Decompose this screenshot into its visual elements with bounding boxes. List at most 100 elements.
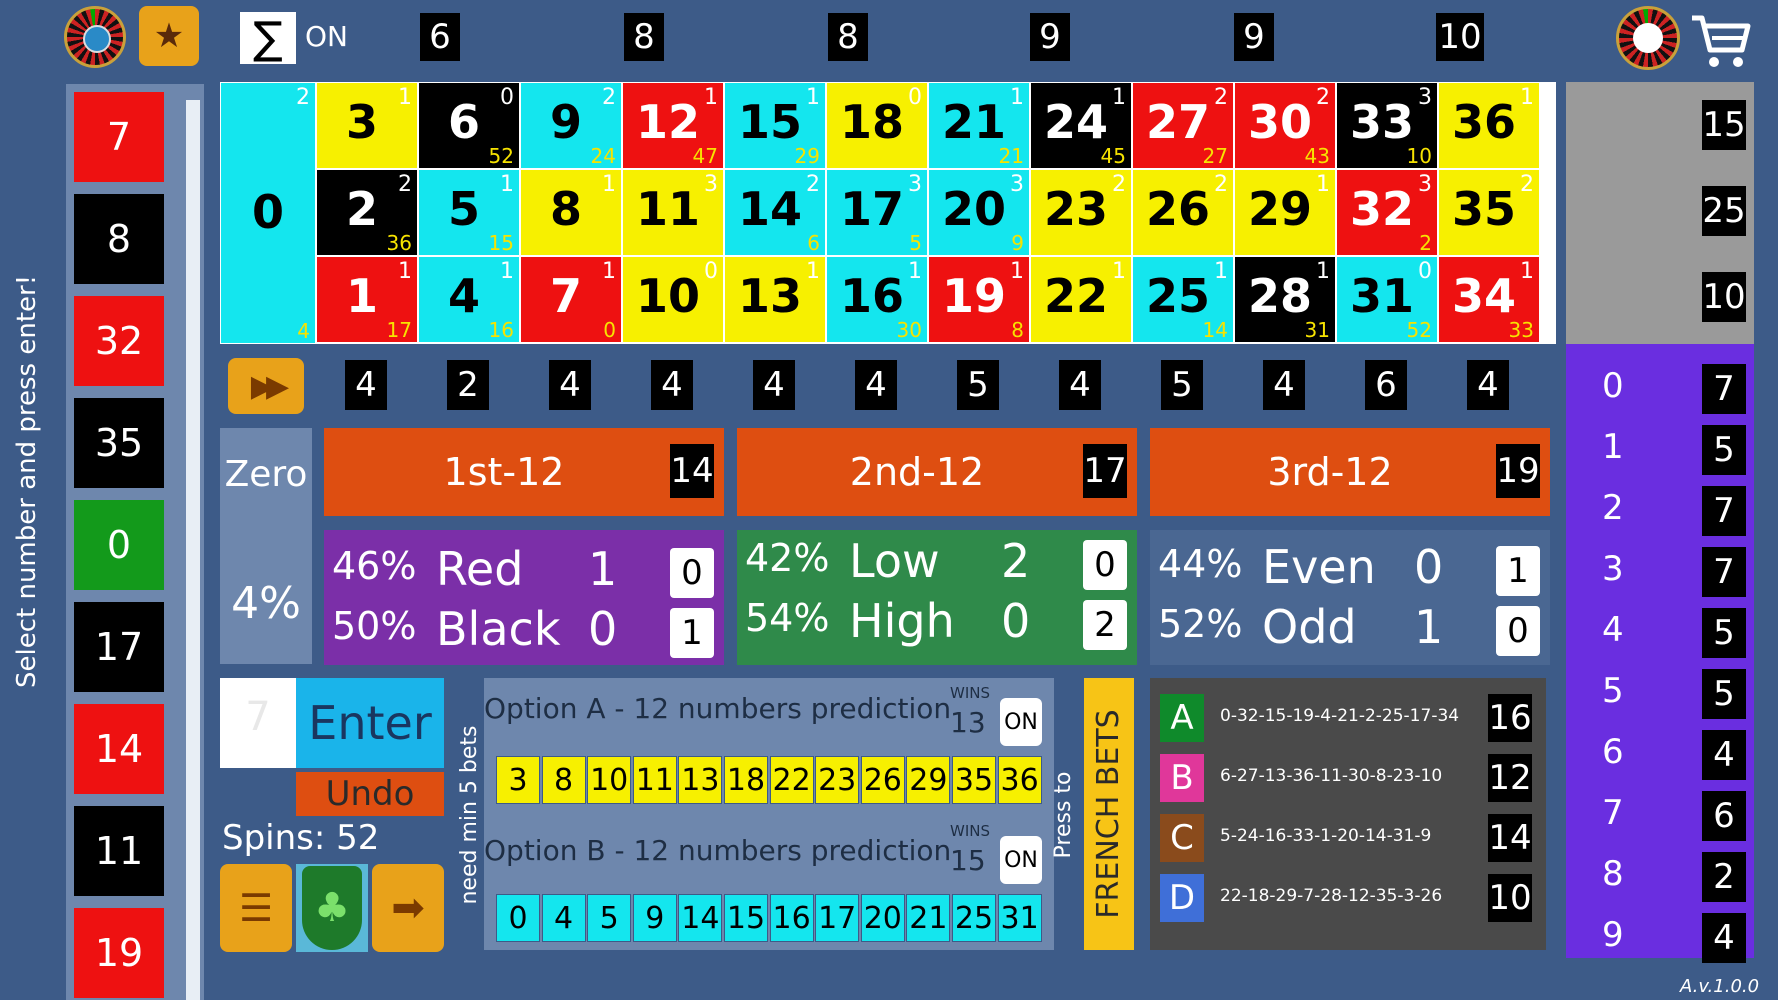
sum-toggle-icon[interactable]: ∑ xyxy=(240,12,296,64)
digit-label: 6 xyxy=(1602,732,1624,772)
grid-zero[interactable]: 0 2 4 xyxy=(220,82,316,344)
grid-number[interactable]: 18 0 xyxy=(826,82,928,169)
grid-number[interactable]: 27 2 27 xyxy=(1132,82,1234,169)
option-b-numbers: 0 4 5 9 14 15 16 17 20 21 25 31 xyxy=(496,894,1044,942)
grid-number[interactable]: 14 2 6 xyxy=(724,169,826,256)
french-bet-row[interactable]: D 22-18-29-7-28-12-35-3-26 10 xyxy=(1160,874,1532,922)
grid-number[interactable]: 71 0 xyxy=(520,256,622,343)
number-label: 35 xyxy=(1451,182,1516,236)
grid-number[interactable]: 15 1 29 xyxy=(724,82,826,169)
street-count: 4 xyxy=(345,360,387,410)
number-hits: 1 xyxy=(806,259,820,284)
dozen-3rd[interactable]: 3rd-12 19 xyxy=(1150,428,1550,516)
prediction-number: 18 xyxy=(724,756,768,804)
grid-number[interactable]: 20 3 9 xyxy=(928,169,1030,256)
number-hits: 1 xyxy=(1520,259,1534,284)
option-b-toggle[interactable]: ON xyxy=(1000,836,1042,884)
dozen-count: 19 xyxy=(1496,444,1540,498)
red-black-stats[interactable]: 46% Red 1 0 50% Black 0 1 xyxy=(324,530,724,665)
number-label: 15 xyxy=(737,95,802,149)
option-a-toggle[interactable]: ON xyxy=(1000,698,1042,746)
history-number[interactable]: 32 xyxy=(74,296,164,386)
enter-button[interactable]: Enter xyxy=(296,678,444,768)
grid-number[interactable]: 31 xyxy=(316,82,418,169)
grid-number[interactable]: 17 3 5 xyxy=(826,169,928,256)
grid-number[interactable]: 10 0 xyxy=(622,256,724,343)
history-number[interactable]: 17 xyxy=(74,602,164,692)
prediction-number: 13 xyxy=(678,756,723,804)
zero-stats[interactable]: Zero 4% xyxy=(220,428,312,664)
number-label: 21 xyxy=(941,95,1006,149)
roulette-wheel-logo-icon[interactable] xyxy=(64,6,126,68)
history-number[interactable]: 8 xyxy=(74,194,164,284)
roulette-wheel-icon[interactable] xyxy=(1616,6,1680,70)
french-bets-button[interactable]: FRENCH BETS xyxy=(1084,678,1134,950)
prediction-number: 21 xyxy=(906,894,951,942)
grid-number[interactable]: 22 1 xyxy=(1030,256,1132,343)
side-instruction: Select number and press enter! xyxy=(12,274,42,688)
grid-number[interactable]: 1 1 17 xyxy=(316,256,418,343)
grid-number[interactable]: 35 2 xyxy=(1438,169,1540,256)
clover-button[interactable]: ♣ xyxy=(296,864,368,952)
grid-number[interactable]: 21 1 21 xyxy=(928,82,1030,169)
history-number[interactable]: 11 xyxy=(74,806,164,896)
next-button[interactable]: ➡ xyxy=(372,864,444,952)
low-high-stats[interactable]: 42% Low 2 0 54% High 0 2 xyxy=(737,530,1137,665)
grid-number[interactable]: 24 1 45 xyxy=(1030,82,1132,169)
french-bet-row[interactable]: B 6-27-13-36-11-30-8-23-10 12 xyxy=(1160,754,1532,802)
history-number[interactable]: 0 xyxy=(74,500,164,590)
grid-number[interactable]: 9 2 24 xyxy=(520,82,622,169)
french-bet-row[interactable]: C 5-24-16-33-1-20-14-31-9 14 xyxy=(1160,814,1532,862)
spin-history[interactable]: 7 8 32 35 0 17 14 11 19 xyxy=(66,84,204,1000)
grid-number[interactable]: 30 2 43 xyxy=(1234,82,1336,169)
prediction-number: 3 xyxy=(496,756,540,804)
grid-number[interactable]: 32 3 2 xyxy=(1336,169,1438,256)
history-number[interactable]: 7 xyxy=(74,92,164,182)
history-number[interactable]: 19 xyxy=(74,908,164,998)
number-hits: 0 xyxy=(500,85,514,110)
grid-number[interactable]: 4 1 16 xyxy=(418,256,520,343)
list-button[interactable]: ☰ xyxy=(220,864,292,952)
shopping-cart-icon[interactable] xyxy=(1690,10,1752,72)
grid-number[interactable]: 12 1 47 xyxy=(622,82,724,169)
number-hits: 3 xyxy=(908,172,922,197)
number-since: 43 xyxy=(1304,144,1330,168)
number-since: 2 xyxy=(1419,231,1432,255)
history-number[interactable]: 35 xyxy=(74,398,164,488)
grid-number[interactable]: 29 1 xyxy=(1234,169,1336,256)
grid-number[interactable]: 2 2 36 xyxy=(316,169,418,256)
history-number[interactable]: 14 xyxy=(74,704,164,794)
grid-number[interactable]: 28 1 31 xyxy=(1234,256,1336,343)
grid-number[interactable]: 6 0 52 xyxy=(418,82,520,169)
history-scrollbar[interactable] xyxy=(186,100,200,1000)
grid-number[interactable]: 23 2 xyxy=(1030,169,1132,256)
number-hits: 1 xyxy=(806,85,820,110)
grid-number[interactable]: 13 1 xyxy=(724,256,826,343)
even-odd-stats[interactable]: 44% Even 0 1 52% Odd 1 0 xyxy=(1150,530,1550,665)
grid-number[interactable]: 11 3 xyxy=(622,169,724,256)
number-label: 34 xyxy=(1451,269,1516,323)
number-hits: 1 xyxy=(500,259,514,284)
favorite-star-button[interactable]: ★ xyxy=(139,6,199,66)
arrow-right-icon: ➡ xyxy=(391,885,425,931)
undo-button[interactable]: Undo xyxy=(296,772,444,816)
dozen-1st[interactable]: 1st-12 14 xyxy=(324,428,724,516)
number-input[interactable]: 7 xyxy=(220,678,296,768)
grid-number[interactable]: 25 1 14 xyxy=(1132,256,1234,343)
grid-number[interactable]: 19 1 8 xyxy=(928,256,1030,343)
sum-state-label[interactable]: ON xyxy=(305,20,348,53)
number-hits: 1 xyxy=(1214,259,1228,284)
grid-number[interactable]: 34 1 33 xyxy=(1438,256,1540,343)
french-bet-row[interactable]: A 0-32-15-19-4-21-2-25-17-34 16 xyxy=(1160,694,1532,742)
grid-number[interactable]: 36 1 xyxy=(1438,82,1540,169)
prediction-number: 14 xyxy=(678,894,723,942)
grid-number[interactable]: 26 2 xyxy=(1132,169,1234,256)
fast-forward-button[interactable]: ▶▶ xyxy=(228,358,304,414)
grid-number[interactable]: 5 1 15 xyxy=(418,169,520,256)
grid-number[interactable]: 81 xyxy=(520,169,622,256)
dozen-2nd[interactable]: 2nd-12 17 xyxy=(737,428,1137,516)
digit-label: 9 xyxy=(1602,915,1624,955)
grid-number[interactable]: 33 3 10 xyxy=(1336,82,1438,169)
grid-number[interactable]: 16 1 30 xyxy=(826,256,928,343)
grid-number[interactable]: 31 0 52 xyxy=(1336,256,1438,343)
